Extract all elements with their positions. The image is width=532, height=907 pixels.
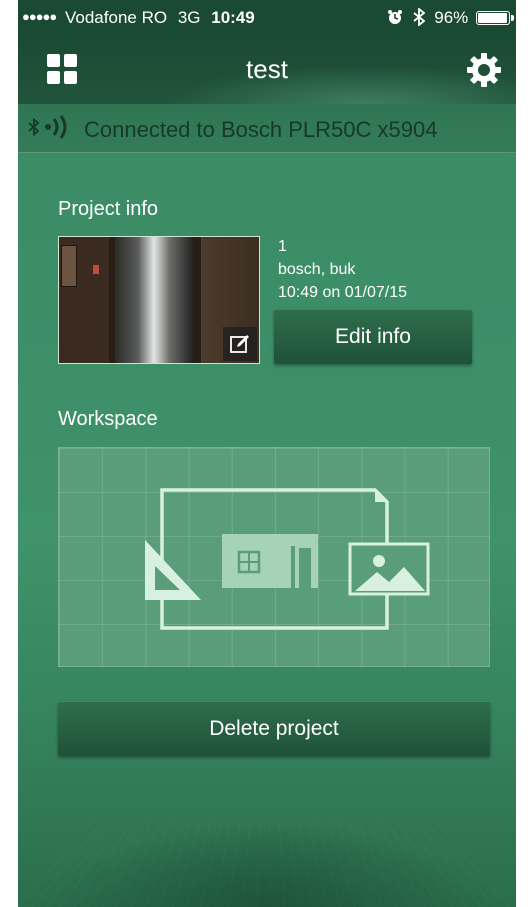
- project-photo[interactable]: [58, 236, 260, 364]
- connection-status-text: Connected to Bosch PLR50C x5904: [84, 117, 438, 142]
- pencil-icon[interactable]: [223, 327, 257, 361]
- workspace-area[interactable]: [58, 447, 490, 667]
- alarm-icon: [387, 9, 403, 30]
- bluetooth-icon: [412, 7, 426, 31]
- photo-light-switch: [93, 265, 99, 274]
- status-right: 96%: [387, 7, 514, 31]
- project-author: bosch, buk: [278, 261, 356, 278]
- signal-strength-icon: ●●●●●: [22, 9, 57, 24]
- network-label: 3G: [177, 8, 201, 27]
- navigation-bar: test: [18, 36, 516, 104]
- project-number: 1: [278, 238, 287, 255]
- app-screen: ●●●●● Vodafone RO 3G 10:49 96% test Conn…: [18, 0, 516, 907]
- delete-project-button[interactable]: Delete project: [58, 701, 490, 756]
- status-bar: ●●●●● Vodafone RO 3G 10:49 96%: [18, 0, 516, 36]
- photo-door-jamb-right: [193, 237, 201, 363]
- image-icon: [348, 542, 430, 596]
- photo-door: [115, 237, 193, 363]
- signal-waves-icon: [42, 114, 72, 146]
- floorplan-icon: [222, 534, 318, 588]
- battery-percent: 96%: [434, 8, 469, 27]
- edit-info-button[interactable]: Edit info: [274, 309, 472, 364]
- gear-icon[interactable]: [466, 52, 502, 88]
- connection-bar: Connected to Bosch PLR50C x5904: [18, 104, 516, 153]
- workspace-heading: Workspace: [58, 408, 158, 430]
- page-title: test: [246, 54, 288, 84]
- carrier-label: Vodafone RO: [65, 8, 168, 27]
- project-date: 10:49 on 01/07/15: [278, 284, 408, 301]
- status-left: ●●●●● Vodafone RO 3G 10:49: [22, 8, 255, 28]
- ruler-triangle-icon: [145, 540, 201, 600]
- project-info-heading: Project info: [58, 198, 159, 220]
- status-time: 10:49: [211, 8, 255, 27]
- photo-picture-frame: [61, 245, 77, 287]
- floor-decoration: [18, 821, 516, 907]
- battery-icon: [476, 11, 514, 25]
- bluetooth-icon: [28, 116, 40, 141]
